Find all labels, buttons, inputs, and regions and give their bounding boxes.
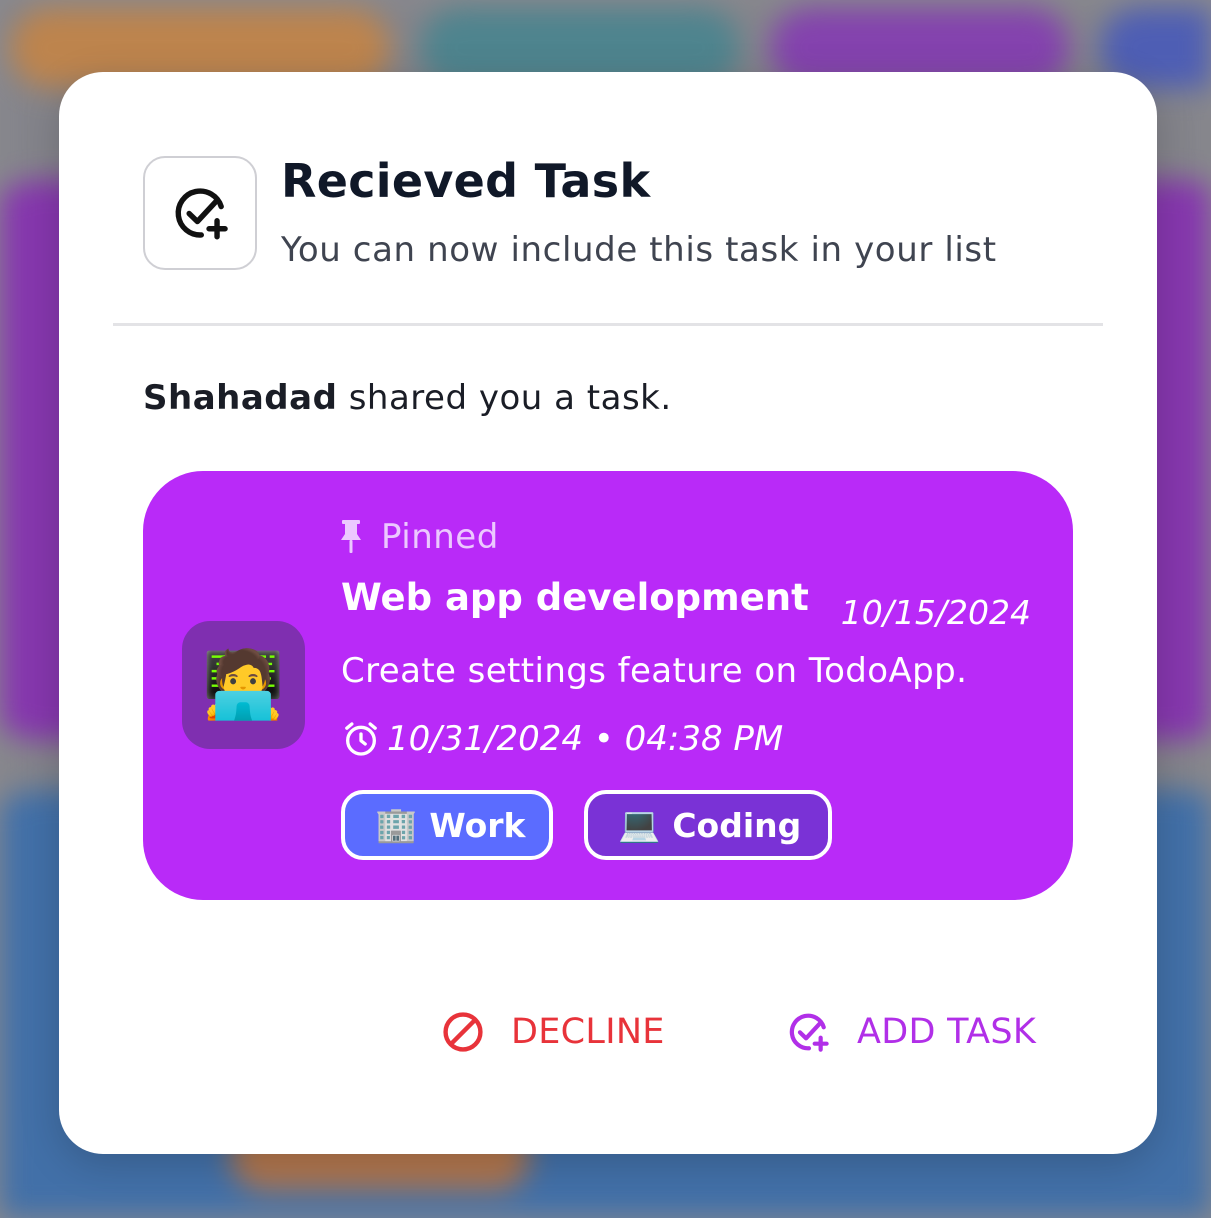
task-add-icon: [175, 188, 228, 240]
decline-button[interactable]: DECLINE: [441, 1002, 665, 1062]
task-created-date: 10/15/2024: [840, 593, 1031, 632]
category-label: Coding: [672, 805, 802, 845]
category-chip-coding[interactable]: 💻 Coding: [584, 790, 832, 860]
office-building-icon: 🏢: [375, 805, 418, 845]
pin-icon: [341, 520, 361, 553]
alarm-clock-icon: [345, 722, 377, 756]
task-due-text: 10/31/2024 • 04:38 PM: [387, 719, 784, 759]
block-icon: [443, 1012, 483, 1052]
task-emoji-box: 🧑‍💻: [182, 621, 305, 749]
decline-label: DECLINE: [511, 1012, 665, 1052]
task-add-icon: [789, 1013, 829, 1052]
task-description: Create settings feature on TodoApp.: [341, 651, 968, 691]
laptop-icon: 💻: [618, 805, 661, 845]
category-label: Work: [429, 805, 526, 845]
task-title: Web app development: [341, 576, 809, 619]
shared-message: Shahadad shared you a task.: [143, 378, 672, 418]
divider: [113, 323, 1103, 326]
pinned-indicator: Pinned: [339, 517, 499, 557]
dialog-subtitle: You can now include this task in your li…: [281, 230, 997, 270]
header-icon-box: [143, 156, 257, 270]
technologist-emoji-icon: 🧑‍💻: [202, 646, 285, 723]
task-due-date: 10/31/2024 • 04:38 PM: [341, 719, 783, 759]
received-task-dialog: Recieved Task You can now include this t…: [59, 72, 1157, 1154]
add-task-label: ADD TASK: [857, 1012, 1037, 1052]
pinned-label: Pinned: [381, 517, 499, 557]
shared-text: shared you a task.: [337, 378, 672, 418]
category-chip-work[interactable]: 🏢 Work: [341, 790, 553, 860]
add-task-button[interactable]: ADD TASK: [785, 1002, 1036, 1062]
sender-name: Shahadad: [143, 378, 338, 418]
task-card: 🧑‍💻 Pinned Web app development 10/15/202…: [143, 471, 1073, 900]
dialog-title: Recieved Task: [281, 154, 651, 208]
